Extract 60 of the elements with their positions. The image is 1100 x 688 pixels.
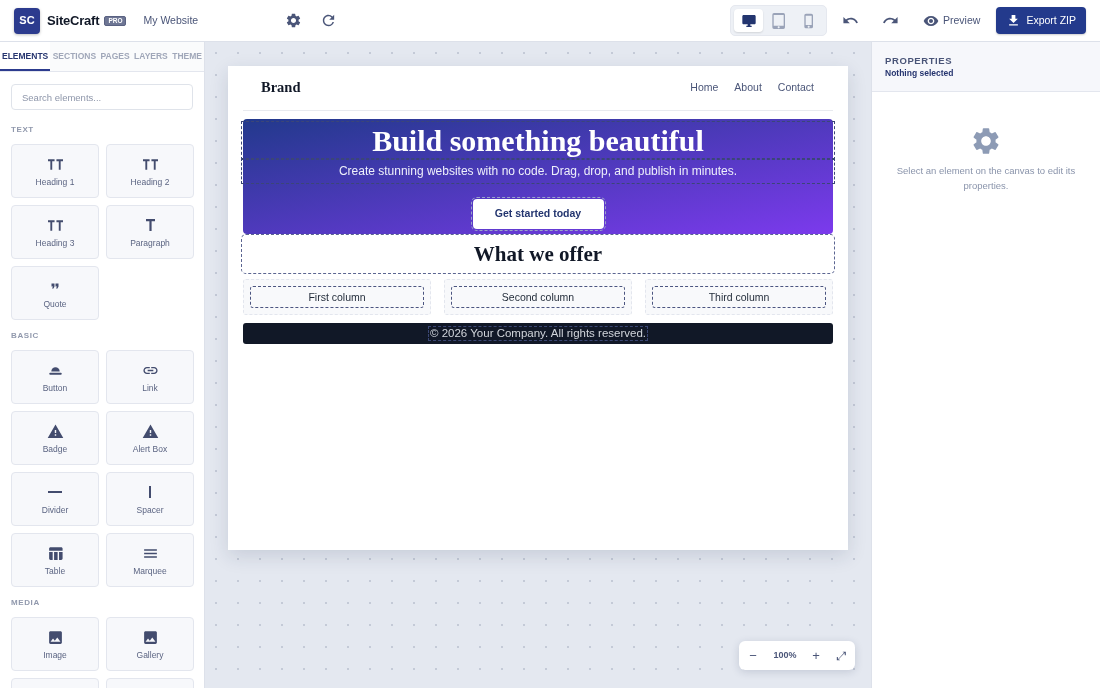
element-card[interactable]: Table	[11, 533, 99, 587]
letter-t-icon	[145, 219, 155, 231]
element-card[interactable]: Heading 1	[11, 144, 99, 198]
element-card[interactable]: Image	[11, 617, 99, 671]
zoom-out-button[interactable]: −	[739, 641, 767, 670]
tablet-icon	[770, 12, 787, 29]
double-t-icon	[142, 158, 158, 170]
dome-icon	[48, 365, 62, 375]
project-name: My Website	[143, 12, 199, 28]
settings-icon	[284, 12, 302, 29]
element-card[interactable]: Heading 2	[106, 144, 194, 198]
vertical-line-icon	[149, 486, 151, 498]
logo: SC	[14, 7, 40, 34]
desktop-icon	[740, 12, 757, 29]
zoom-level: 100%	[772, 648, 798, 662]
column-text: First column	[250, 286, 424, 308]
element-card[interactable]: Marquee	[106, 533, 194, 587]
section-label: MEDIA	[11, 597, 41, 609]
sidebar-tab[interactable]: ELEMENTS	[0, 42, 51, 71]
element-card[interactable]: Link	[106, 350, 194, 404]
hero-heading: Build something beautiful	[243, 123, 833, 158]
brand-name: Brand	[261, 78, 301, 98]
footer-text: © 2026 Your Company. All rights reserved.	[428, 326, 648, 341]
nav-link[interactable]: About	[734, 80, 762, 96]
preview-button[interactable]: Preview	[919, 7, 985, 34]
double-t-icon	[47, 219, 63, 231]
search-field[interactable]: Search elements...	[11, 84, 193, 110]
selection-status: Nothing selected	[885, 67, 955, 79]
horizontal-line-icon	[48, 491, 62, 493]
export-button[interactable]: Export ZIP	[996, 7, 1086, 34]
warning-icon	[46, 422, 64, 440]
image-icon	[141, 628, 159, 646]
column-text: Second column	[451, 286, 625, 308]
fit-screen-button[interactable]: ⤢	[829, 641, 855, 670]
desktop-view-button[interactable]	[734, 9, 764, 32]
double-t-icon	[47, 158, 63, 170]
section-label: BASIC	[11, 330, 40, 342]
element-card[interactable]: Spacer	[106, 472, 194, 526]
section-heading: What we offer	[243, 236, 833, 272]
cta-button[interactable]: Get started today	[472, 199, 604, 229]
element-card[interactable]: Paragraph	[106, 205, 194, 259]
app-name: SiteCraft	[47, 11, 100, 30]
panel-title: PROPERTIES	[885, 54, 954, 67]
warning-icon	[141, 422, 159, 440]
element-card[interactable]: Badge	[11, 411, 99, 465]
element-card[interactable]: Button	[11, 350, 99, 404]
element-card[interactable]: Quote	[11, 266, 99, 320]
section-label: TEXT	[11, 124, 35, 136]
element-card[interactable]: Gallery	[106, 617, 194, 671]
empty-state-hint: Select an element on the canvas to edit its properties.	[895, 164, 1077, 193]
element-card[interactable]: Alert Box	[106, 411, 194, 465]
hero-subtitle: Create stunning websites with no code. Drag, drop, and publish in minutes.	[243, 160, 833, 182]
image-icon	[46, 628, 64, 646]
column-text: Third column	[652, 286, 826, 308]
element-card[interactable]: Divider	[11, 472, 99, 526]
element-card[interactable]: Heading 3	[11, 205, 99, 259]
table-icon	[46, 544, 64, 562]
zoom-in-button[interactable]: +	[803, 641, 829, 670]
nav-link[interactable]: Home	[690, 80, 719, 96]
nav-link[interactable]: Contact	[777, 80, 814, 96]
